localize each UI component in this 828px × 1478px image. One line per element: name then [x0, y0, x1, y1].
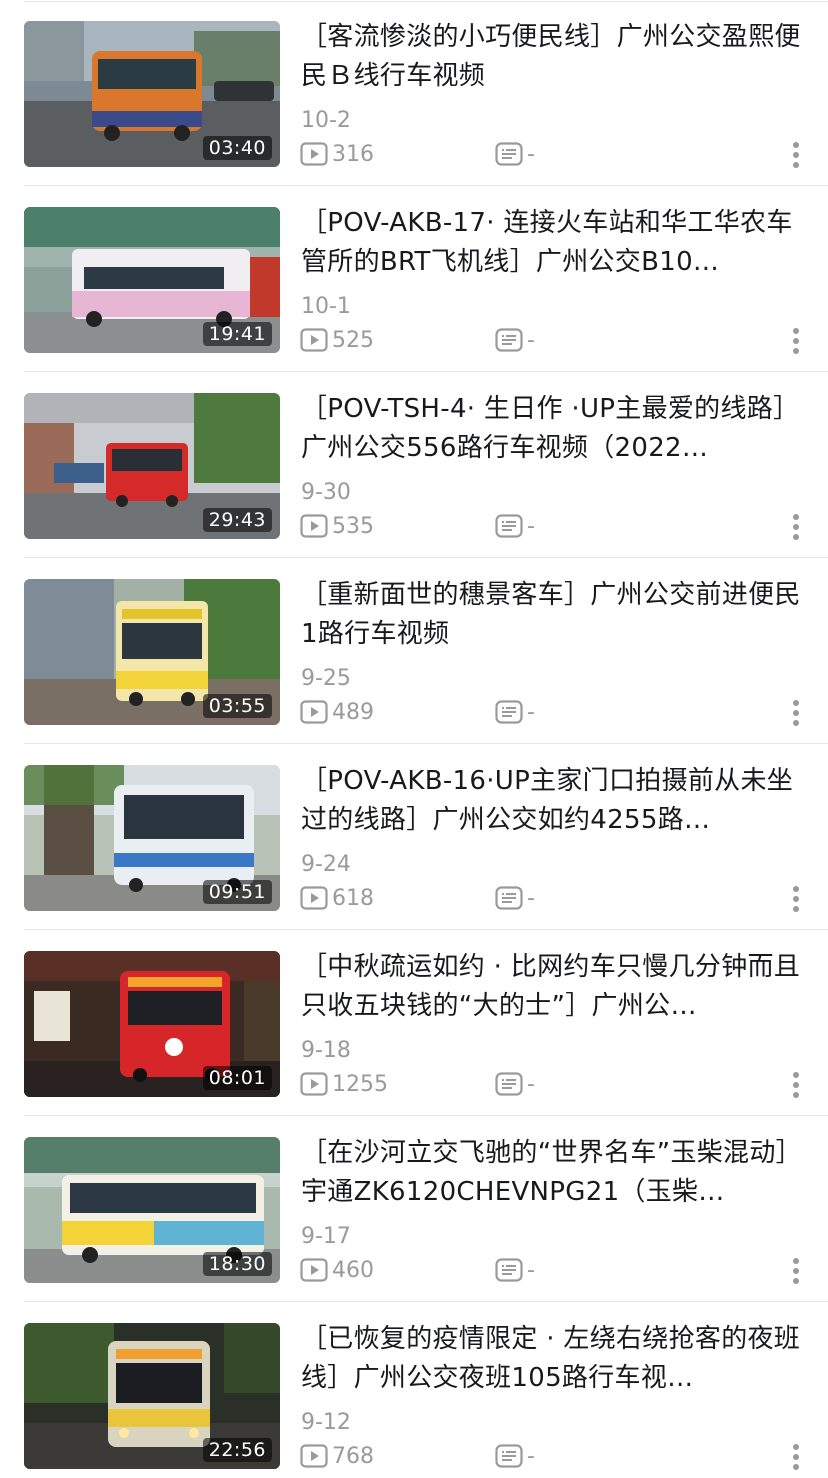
danmaku-icon: [495, 1072, 523, 1096]
video-thumbnail[interactable]: 09:51: [24, 765, 280, 911]
play-count-value: 316: [332, 141, 374, 167]
video-thumbnail[interactable]: 29:43: [24, 393, 280, 539]
video-date: 9-18: [301, 1038, 351, 1063]
video-title[interactable]: ［POV-AKB-17· 连接火车站和华工华农车管所的BRT飞机线］广州公交B1…: [301, 204, 801, 282]
play-count: 1255: [300, 1069, 388, 1099]
video-title[interactable]: ［已恢复的疫情限定 · 左绕右绕抢客的夜班线］广州公交夜班105路行车视…: [301, 1320, 801, 1398]
play-count-value: 489: [332, 699, 374, 725]
video-thumbnail[interactable]: 03:40: [24, 21, 280, 167]
video-item[interactable]: 03:40 ［客流惨淡的小巧便民线］广州公交盈熙便民Ｂ线行车视频 10-2 31…: [0, 0, 828, 186]
danmaku-count: -: [495, 325, 535, 355]
danmaku-count: -: [495, 139, 535, 169]
video-duration: 03:40: [202, 136, 272, 160]
video-title[interactable]: ［客流惨淡的小巧便民线］广州公交盈熙便民Ｂ线行车视频: [301, 18, 801, 96]
video-title[interactable]: ［重新面世的穗景客车］广州公交前进便民1路行车视频: [301, 576, 801, 654]
video-date: 10-1: [301, 294, 351, 319]
more-options-icon[interactable]: [786, 1256, 806, 1286]
video-date: 9-17: [301, 1224, 351, 1249]
danmaku-count-value: -: [527, 141, 535, 167]
video-item[interactable]: 18:30 ［在沙河立交飞驰的“世界名车”玉柴混动］宇通ZK6120CHEVNP…: [0, 1116, 828, 1302]
danmaku-count-value: -: [527, 327, 535, 353]
play-count-icon: [300, 1072, 328, 1096]
more-options-icon[interactable]: [786, 326, 806, 356]
video-thumbnail[interactable]: 08:01: [24, 951, 280, 1097]
danmaku-count: -: [495, 1255, 535, 1285]
play-count-icon: [300, 1444, 328, 1468]
danmaku-icon: [495, 700, 523, 724]
video-item[interactable]: 19:41 ［POV-AKB-17· 连接火车站和华工华农车管所的BRT飞机线］…: [0, 186, 828, 372]
more-options-icon[interactable]: [786, 512, 806, 542]
danmaku-icon: [495, 514, 523, 538]
video-title[interactable]: ［POV-AKB-16·UP主家门口拍摄前从未坐过的线路］广州公交如约4255路…: [301, 762, 801, 840]
video-duration: 03:55: [202, 694, 272, 718]
play-count-icon: [300, 514, 328, 538]
danmaku-count: -: [495, 511, 535, 541]
play-count: 525: [300, 325, 374, 355]
danmaku-count: -: [495, 697, 535, 727]
danmaku-count-value: -: [527, 699, 535, 725]
video-date: 9-12: [301, 1410, 351, 1435]
video-thumbnail[interactable]: 03:55: [24, 579, 280, 725]
video-item[interactable]: 29:43 ［POV-TSH-4· 生日作 ·UP主最爱的线路］广州公交556路…: [0, 372, 828, 558]
video-duration: 18:30: [202, 1252, 272, 1276]
play-count-icon: [300, 886, 328, 910]
play-count: 460: [300, 1255, 374, 1285]
danmaku-count-value: -: [527, 1443, 535, 1469]
more-options-icon[interactable]: [786, 1070, 806, 1100]
danmaku-count-value: -: [527, 1257, 535, 1283]
video-date: 9-30: [301, 480, 351, 505]
play-count-value: 525: [332, 327, 374, 353]
play-count-icon: [300, 142, 328, 166]
play-count: 316: [300, 139, 374, 169]
video-duration: 22:56: [202, 1438, 272, 1462]
more-options-icon[interactable]: [786, 1442, 806, 1472]
more-options-icon[interactable]: [786, 884, 806, 914]
video-duration: 19:41: [202, 322, 272, 346]
danmaku-icon: [495, 142, 523, 166]
video-duration: 09:51: [202, 880, 272, 904]
video-title[interactable]: ［在沙河立交飞驰的“世界名车”玉柴混动］宇通ZK6120CHEVNPG21（玉柴…: [301, 1134, 801, 1212]
video-thumbnail[interactable]: 22:56: [24, 1323, 280, 1469]
more-options-icon[interactable]: [786, 698, 806, 728]
video-thumbnail[interactable]: 18:30: [24, 1137, 280, 1283]
more-options-icon[interactable]: [786, 140, 806, 170]
play-count-value: 1255: [332, 1071, 388, 1097]
danmaku-count-value: -: [527, 513, 535, 539]
video-date: 9-25: [301, 666, 351, 691]
danmaku-icon: [495, 1444, 523, 1468]
video-item[interactable]: 22:56 ［已恢复的疫情限定 · 左绕右绕抢客的夜班线］广州公交夜班105路行…: [0, 1302, 828, 1478]
video-date: 9-24: [301, 852, 351, 877]
danmaku-icon: [495, 1258, 523, 1282]
play-count-value: 535: [332, 513, 374, 539]
play-count-value: 768: [332, 1443, 374, 1469]
video-item[interactable]: 09:51 ［POV-AKB-16·UP主家门口拍摄前从未坐过的线路］广州公交如…: [0, 744, 828, 930]
video-title[interactable]: ［中秋疏运如约 · 比网约车只慢几分钟而且只收五块钱的“大的士”］广州公…: [301, 948, 801, 1026]
danmaku-icon: [495, 328, 523, 352]
danmaku-count-value: -: [527, 1071, 535, 1097]
video-duration: 29:43: [202, 508, 272, 532]
video-date: 10-2: [301, 108, 351, 133]
play-count: 489: [300, 697, 374, 727]
video-thumbnail[interactable]: 19:41: [24, 207, 280, 353]
play-count: 618: [300, 883, 374, 913]
play-count: 535: [300, 511, 374, 541]
danmaku-count: -: [495, 1441, 535, 1471]
play-count-icon: [300, 328, 328, 352]
play-count-value: 460: [332, 1257, 374, 1283]
video-item[interactable]: 03:55 ［重新面世的穗景客车］广州公交前进便民1路行车视频 9-25 489…: [0, 558, 828, 744]
play-count: 768: [300, 1441, 374, 1471]
danmaku-icon: [495, 886, 523, 910]
video-duration: 08:01: [202, 1066, 272, 1090]
video-title[interactable]: ［POV-TSH-4· 生日作 ·UP主最爱的线路］广州公交556路行车视频（2…: [301, 390, 801, 468]
danmaku-count: -: [495, 1069, 535, 1099]
danmaku-count: -: [495, 883, 535, 913]
video-item[interactable]: 08:01 ［中秋疏运如约 · 比网约车只慢几分钟而且只收五块钱的“大的士”］广…: [0, 930, 828, 1116]
play-count-icon: [300, 700, 328, 724]
play-count-icon: [300, 1258, 328, 1282]
danmaku-count-value: -: [527, 885, 535, 911]
play-count-value: 618: [332, 885, 374, 911]
